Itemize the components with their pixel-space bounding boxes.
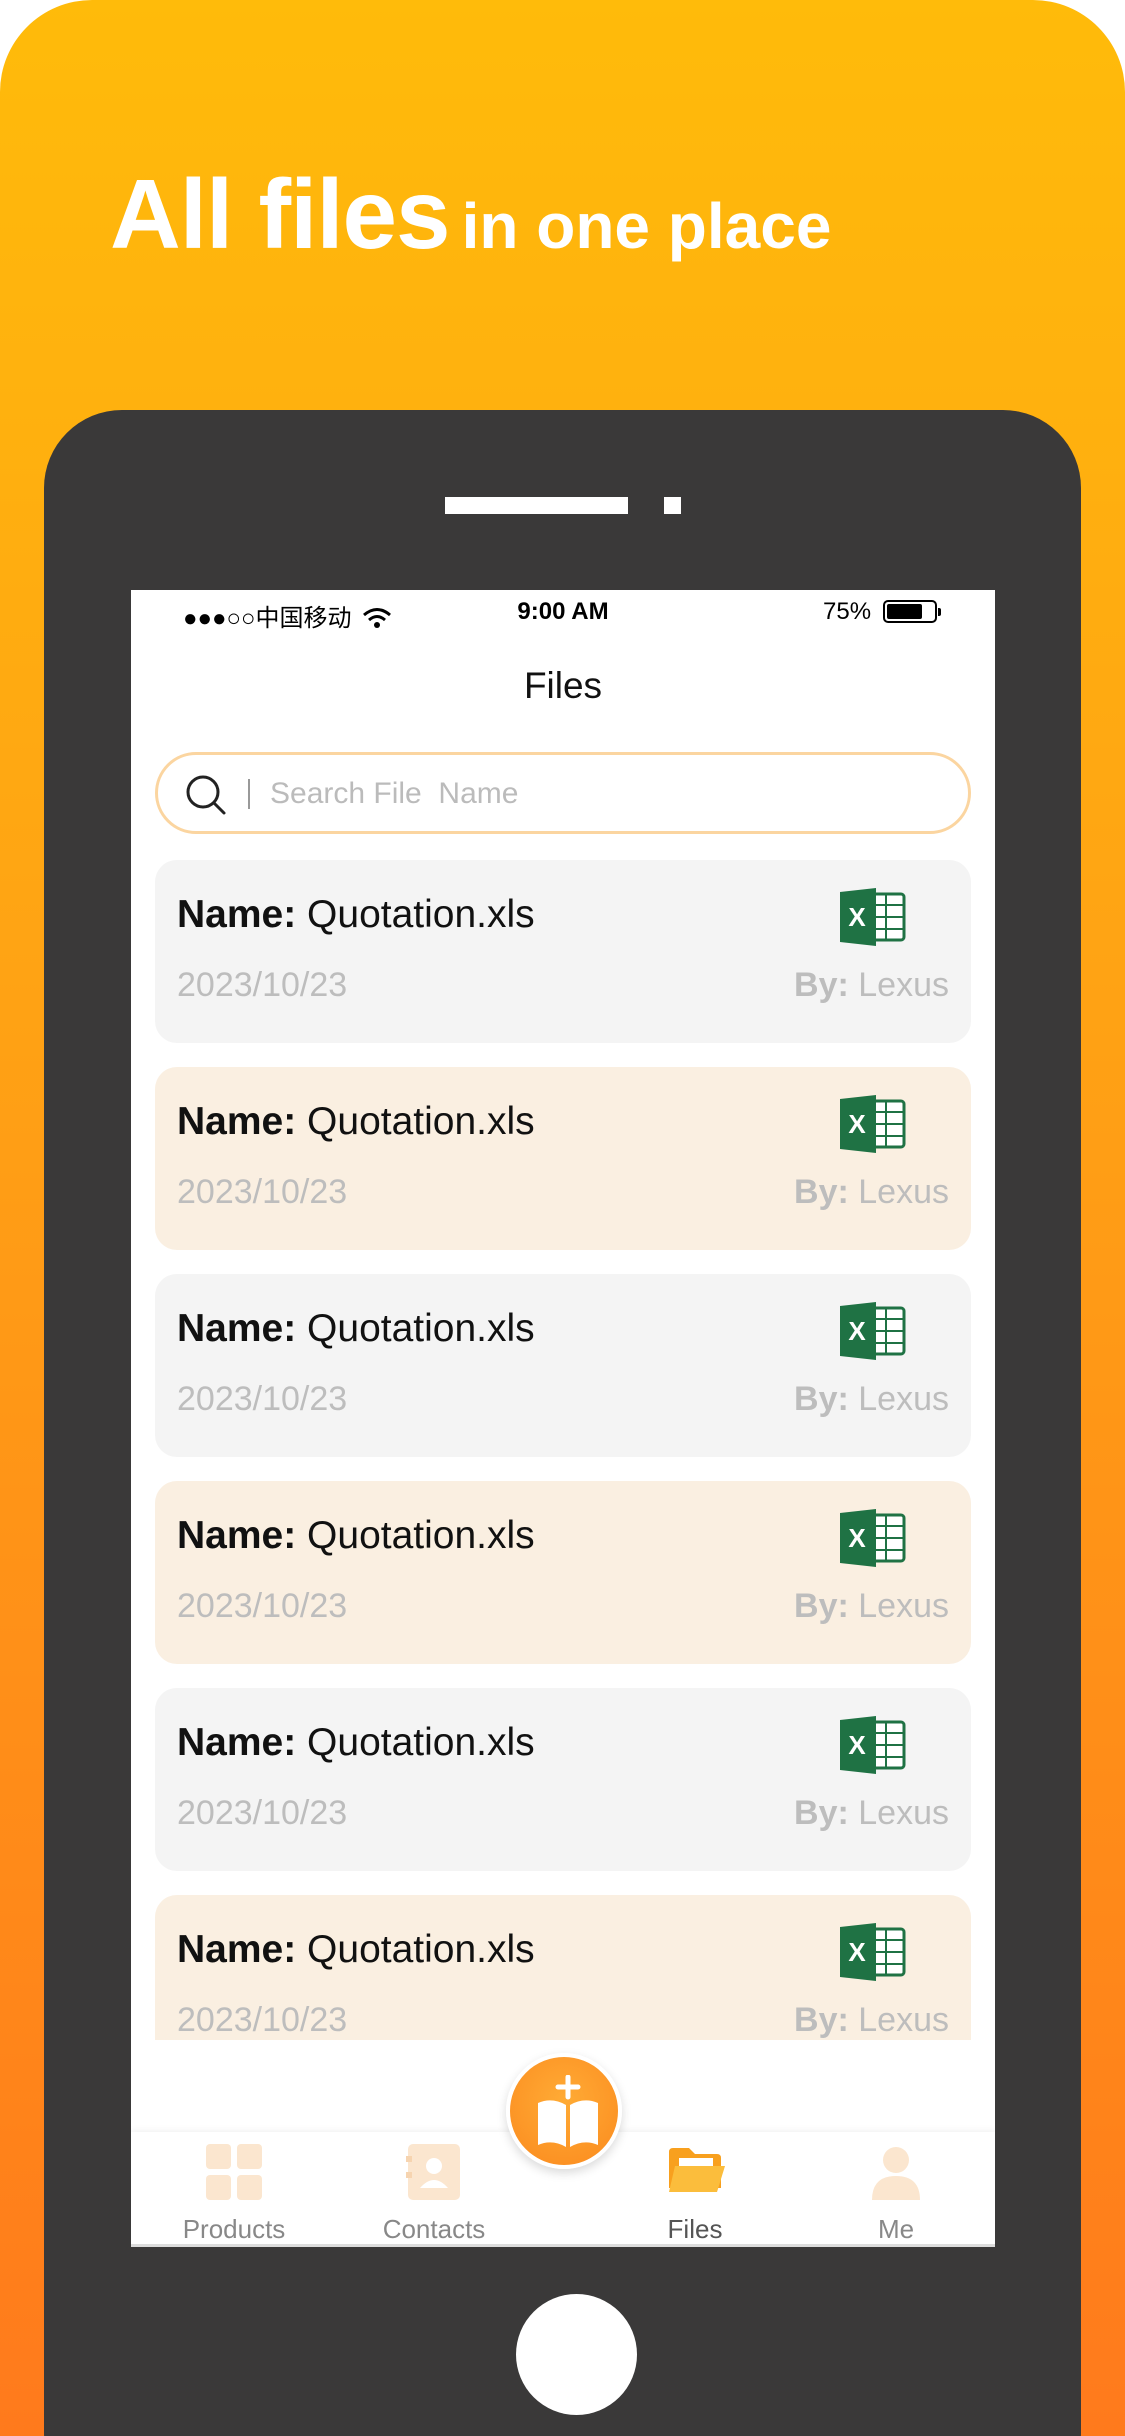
excel-icon: X [840, 1509, 906, 1567]
file-author: By: Lexus [794, 966, 949, 1004]
svg-text:X: X [848, 1109, 866, 1139]
file-author: By: Lexus [794, 1587, 949, 1625]
file-card[interactable]: Name: Quotation.xls 2023/10/23 By: Lexus… [155, 1067, 971, 1250]
svg-text:X: X [848, 1730, 866, 1760]
tab-label: Products [182, 2214, 286, 2244]
search-bar[interactable] [155, 752, 971, 834]
tab-label: Files [667, 2214, 723, 2244]
tab-label: Contacts [382, 2214, 486, 2244]
excel-icon: X [840, 1716, 906, 1774]
file-name: Name: Quotation.xls [177, 1307, 535, 1350]
battery-fill [887, 604, 922, 619]
file-card[interactable]: Name: Quotation.xls 2023/10/23 By: Lexus… [155, 1688, 971, 1871]
search-input[interactable] [270, 769, 930, 819]
grid-icon [206, 2144, 262, 2200]
promo-background: All files in one place ●●●○○中国移动 9:00 AM … [0, 0, 1125, 2436]
excel-icon: X [840, 888, 906, 946]
tab-contacts[interactable]: Contacts [349, 2132, 519, 2247]
file-date: 2023/10/23 [177, 1587, 348, 1625]
file-date: 2023/10/23 [177, 1380, 348, 1418]
headline-big: All files [110, 159, 451, 269]
person-icon [872, 2147, 920, 2200]
tab-label: Me [877, 2214, 915, 2244]
file-date: 2023/10/23 [177, 2001, 348, 2039]
tab-me[interactable]: Me [811, 2132, 981, 2247]
phone-camera [664, 497, 681, 514]
book-plus-icon [538, 2075, 598, 2147]
file-card[interactable]: Name: Quotation.xls 2023/10/23 By: Lexus… [155, 1481, 971, 1664]
svg-text:X: X [848, 1316, 866, 1346]
excel-icon: X [840, 1923, 906, 1981]
file-card[interactable]: Name: Quotation.xls 2023/10/23 By: Lexus… [155, 860, 971, 1043]
file-name: Name: Quotation.xls [177, 1721, 535, 1764]
battery-percent: 75% [823, 598, 872, 625]
file-author: By: Lexus [794, 2001, 949, 2039]
file-name: Name: Quotation.xls [177, 1514, 535, 1557]
file-name: Name: Quotation.xls [177, 1100, 535, 1143]
svg-text:X: X [848, 902, 866, 932]
tab-products[interactable]: Products [149, 2132, 319, 2247]
file-author: By: Lexus [794, 1794, 949, 1832]
search-icon [186, 775, 226, 815]
phone-speaker [445, 497, 628, 514]
tab-files[interactable]: Files [610, 2132, 780, 2247]
home-button[interactable] [516, 2294, 637, 2415]
excel-icon: X [840, 1302, 906, 1360]
contact-card-icon [406, 2144, 460, 2200]
file-card[interactable]: Name: Quotation.xls 2023/10/23 By: Lexus… [155, 1274, 971, 1457]
battery-icon [883, 600, 941, 623]
svg-text:X: X [848, 1523, 866, 1553]
phone-screen: ●●●○○中国移动 9:00 AM 75% Files Search File … [131, 590, 995, 2247]
file-author: By: Lexus [794, 1173, 949, 1211]
file-author: By: Lexus [794, 1380, 949, 1418]
file-card[interactable]: Name: Quotation.xls 2023/10/23 By: Lexus… [155, 1895, 971, 2040]
status-bar: ●●●○○中国移动 9:00 AM 75% [131, 590, 995, 635]
screen-bottom-edge [131, 2244, 995, 2247]
svg-text:X: X [848, 1937, 866, 1967]
file-date: 2023/10/23 [177, 966, 348, 1004]
folder-open-icon [669, 2148, 725, 2192]
promo-headline: All files in one place [110, 158, 831, 271]
add-button[interactable] [506, 2053, 622, 2169]
excel-icon: X [840, 1095, 906, 1153]
file-name: Name: Quotation.xls [177, 893, 535, 936]
file-name: Name: Quotation.xls [177, 1928, 535, 1971]
file-list: Name: Quotation.xls 2023/10/23 By: Lexus… [155, 860, 971, 2040]
headline-small: in one place [461, 190, 832, 262]
file-date: 2023/10/23 [177, 1794, 348, 1832]
page-title: Files [523, 665, 603, 706]
file-date: 2023/10/23 [177, 1173, 348, 1211]
search-caret [248, 779, 250, 809]
